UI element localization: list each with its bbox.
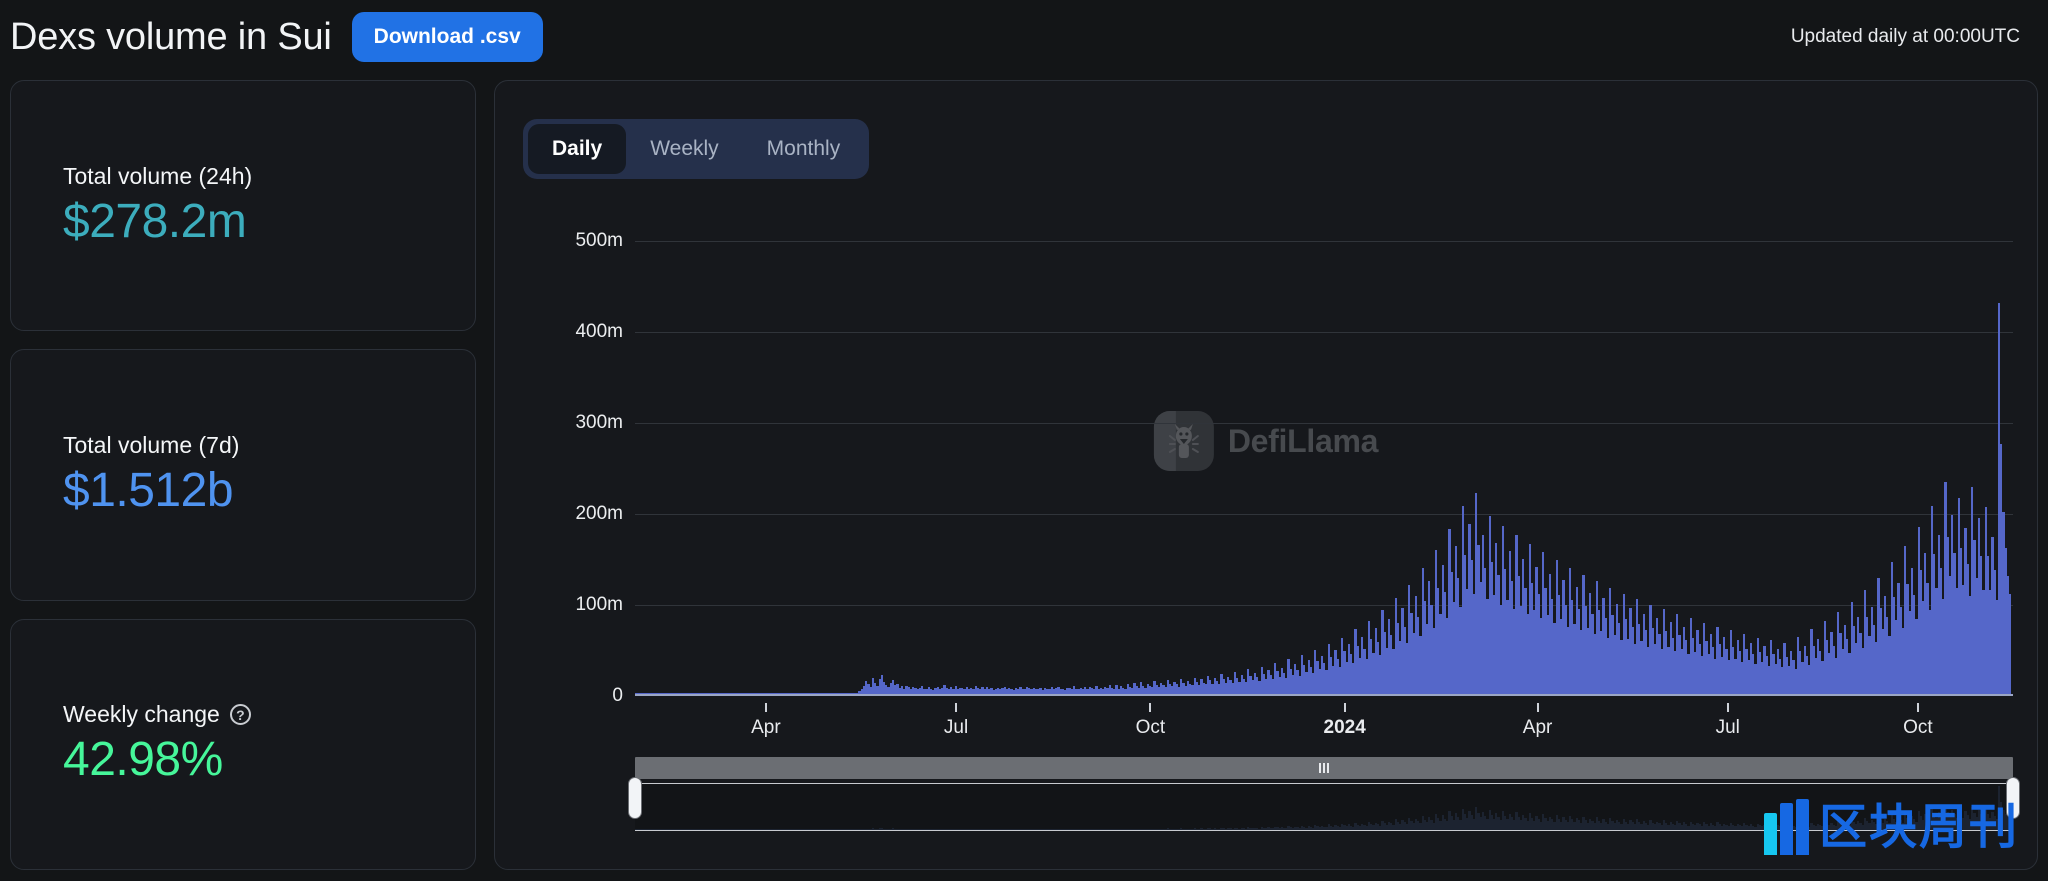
stat-label-text: Weekly change <box>63 701 220 728</box>
stat-value: $278.2m <box>63 194 247 248</box>
stat-label-text: Total volume (7d) <box>63 431 240 458</box>
range-preview-series <box>635 784 2013 830</box>
stat-card-weekly-change: Weekly change ? 42.98% <box>10 618 476 870</box>
stat-label: Total volume (7d) <box>63 432 423 459</box>
bar <box>2009 593 2012 694</box>
x-axis-tick <box>1343 703 1346 712</box>
range-handle-left[interactable] <box>628 777 642 819</box>
y-axis-tick-label: 100m <box>575 594 623 615</box>
x-axis-tick-label: Apr <box>751 717 781 738</box>
x-axis-tick-label: Oct <box>1135 717 1166 738</box>
content-area: Total volume (24h) $278.2m Total volume … <box>10 80 2038 870</box>
y-axis-tick-label: 400m <box>575 321 623 342</box>
stat-label-text: Total volume (24h) <box>63 162 253 189</box>
x-axis-tick-label: Jul <box>1715 717 1740 738</box>
chart-panel: Daily Weekly Monthly DefiLlama 0 100m 20… <box>494 80 2038 870</box>
y-axis-tick-label: 0 <box>612 685 623 706</box>
chart-plot-area: 0 100m 200m 300m 400m 500m Apr Jul Oct 2024 Apr Ju… <box>523 230 2013 781</box>
x-axis-tick <box>1916 703 1919 712</box>
page-header: Dexs volume in Sui Download .csv Updated… <box>0 0 2048 74</box>
y-axis-labels: 0 100m 200m 300m 400m 500m <box>523 230 631 706</box>
x-axis-tick-label: 2024 <box>1323 717 1366 738</box>
x-axis-tick <box>1536 703 1539 712</box>
chart-grid-area[interactable] <box>635 241 2013 696</box>
y-axis-tick-label: 300m <box>575 412 623 433</box>
question-mark-icon[interactable]: ? <box>229 704 251 726</box>
x-axis-tick <box>955 703 958 712</box>
x-axis-tick <box>764 703 767 712</box>
x-axis-tick-label: Apr <box>1522 717 1553 738</box>
x-axis-line <box>635 694 2013 696</box>
tab-daily[interactable]: Daily <box>528 124 627 174</box>
stats-sidebar: Total volume (24h) $278.2m Total volume … <box>10 80 476 870</box>
y-axis-tick-label: 200m <box>575 503 623 524</box>
stat-value: 42.98% <box>63 733 223 787</box>
tab-weekly[interactable]: Weekly <box>626 124 742 174</box>
stat-value: $1.512b <box>63 463 234 517</box>
page-title: Dexs volume in Sui <box>10 15 332 58</box>
range-slider-drag-bar[interactable] <box>635 757 2013 779</box>
bar-series <box>635 241 2013 694</box>
x-axis-tick-label: Oct <box>1903 717 1933 738</box>
stat-card-total-volume-24h: Total volume (24h) $278.2m <box>10 80 476 332</box>
stat-card-total-volume-7d: Total volume (7d) $1.512b <box>10 349 476 601</box>
x-axis-tick <box>1726 703 1729 712</box>
download-csv-button[interactable]: Download .csv <box>351 12 543 62</box>
interval-tab-group: Daily Weekly Monthly <box>523 119 870 179</box>
grip-icon <box>1319 763 1329 773</box>
x-axis-tick-label: Jul <box>943 717 969 738</box>
chart-range-slider[interactable] <box>628 757 2020 835</box>
tab-monthly[interactable]: Monthly <box>743 124 865 174</box>
y-axis-tick-label: 500m <box>575 230 623 251</box>
x-axis-labels: Apr Jul Oct 2024 Apr Jul Oct <box>635 703 2013 743</box>
range-slider-preview[interactable] <box>635 783 2013 831</box>
stat-label: Weekly change ? <box>63 701 423 728</box>
x-axis-tick <box>1149 703 1152 712</box>
updated-note: Updated daily at 00:00UTC <box>1790 26 2020 47</box>
range-handle-right[interactable] <box>2006 777 2020 819</box>
stat-label: Total volume (24h) <box>63 163 423 190</box>
range-preview-bar <box>2009 818 2012 830</box>
